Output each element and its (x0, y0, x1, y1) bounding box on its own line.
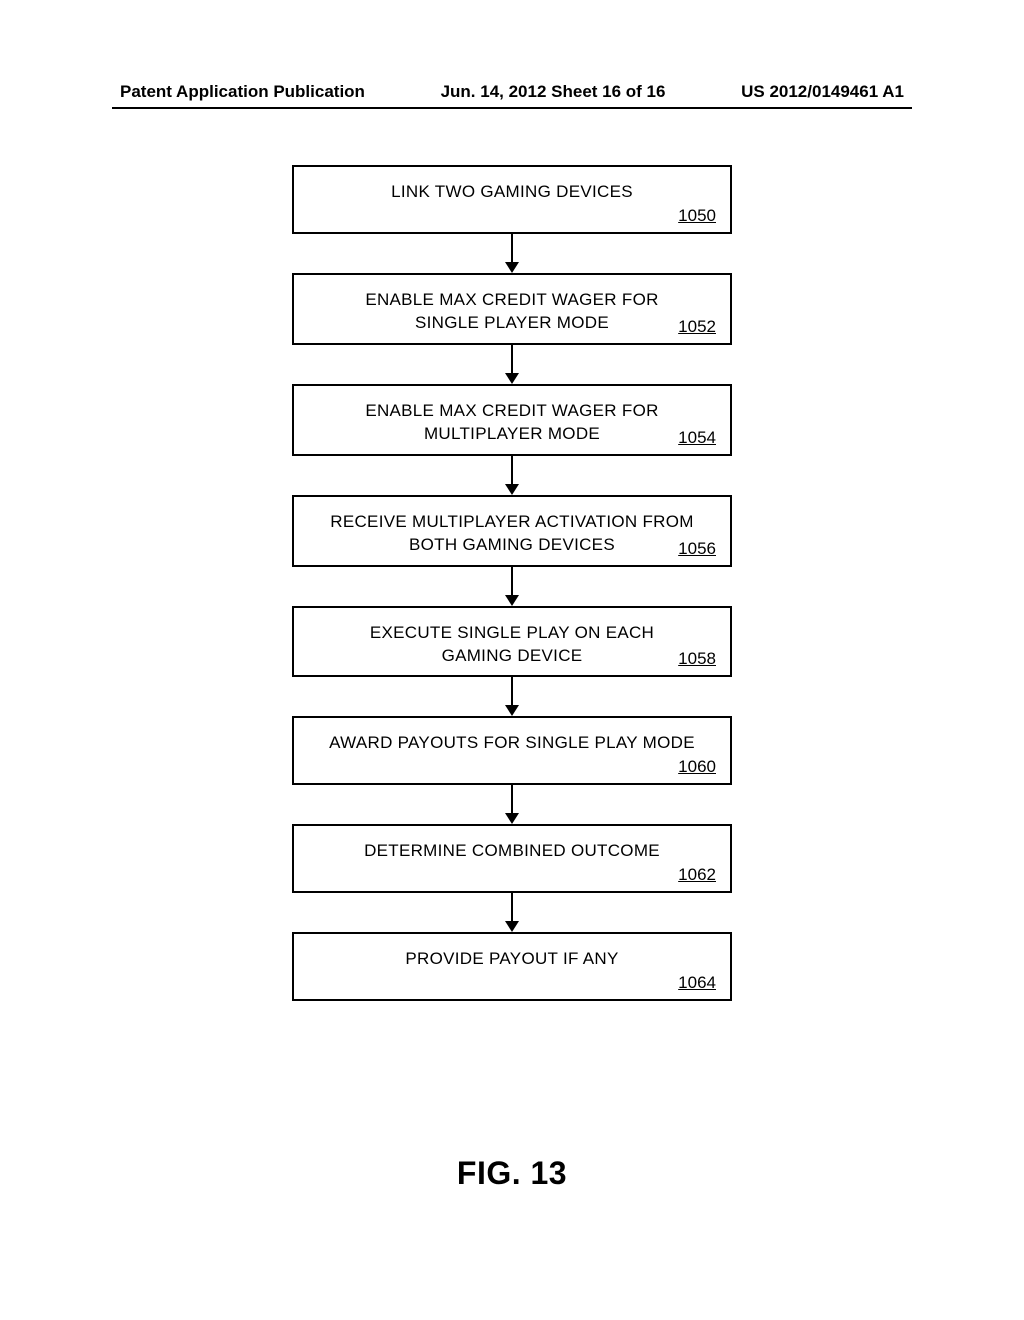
flow-step-ref: 1054 (678, 428, 716, 448)
flow-step-1054: ENABLE MAX CREDIT WAGER FORMULTIPLAYER M… (292, 384, 732, 456)
arrow-icon (505, 456, 519, 495)
flow-step-ref: 1062 (678, 865, 716, 885)
flow-step-text: DETERMINE COMBINED OUTCOME (310, 840, 714, 863)
flow-step-ref: 1052 (678, 317, 716, 337)
flow-step-text: ENABLE MAX CREDIT WAGER FORSINGLE PLAYER… (310, 289, 714, 335)
flow-step-text: LINK TWO GAMING DEVICES (310, 181, 714, 204)
flow-step-ref: 1064 (678, 973, 716, 993)
flow-step-text: PROVIDE PAYOUT IF ANY (310, 948, 714, 971)
header-center: Jun. 14, 2012 Sheet 16 of 16 (441, 82, 666, 102)
header-right: US 2012/0149461 A1 (741, 82, 904, 102)
flow-step-ref: 1050 (678, 206, 716, 226)
flow-step-text: AWARD PAYOUTS FOR SINGLE PLAY MODE (310, 732, 714, 755)
flowchart: LINK TWO GAMING DEVICES 1050 ENABLE MAX … (292, 165, 732, 1001)
flow-step-text: RECEIVE MULTIPLAYER ACTIVATION FROMBOTH … (310, 511, 714, 557)
arrow-icon (505, 234, 519, 273)
arrow-icon (505, 893, 519, 932)
flow-step-1058: EXECUTE SINGLE PLAY ON EACHGAMING DEVICE… (292, 606, 732, 678)
flow-step-ref: 1056 (678, 539, 716, 559)
flow-step-text: EXECUTE SINGLE PLAY ON EACHGAMING DEVICE (310, 622, 714, 668)
figure-label: FIG. 13 (457, 1155, 567, 1192)
flow-step-1050: LINK TWO GAMING DEVICES 1050 (292, 165, 732, 234)
arrow-icon (505, 785, 519, 824)
flow-step-ref: 1060 (678, 757, 716, 777)
flow-step-text: ENABLE MAX CREDIT WAGER FORMULTIPLAYER M… (310, 400, 714, 446)
flow-step-1064: PROVIDE PAYOUT IF ANY 1064 (292, 932, 732, 1001)
flow-step-1056: RECEIVE MULTIPLAYER ACTIVATION FROMBOTH … (292, 495, 732, 567)
flow-step-ref: 1058 (678, 649, 716, 669)
flow-step-1062: DETERMINE COMBINED OUTCOME 1062 (292, 824, 732, 893)
header-left: Patent Application Publication (120, 82, 365, 102)
header-rule (112, 107, 912, 109)
flow-step-1060: AWARD PAYOUTS FOR SINGLE PLAY MODE 1060 (292, 716, 732, 785)
flow-step-1052: ENABLE MAX CREDIT WAGER FORSINGLE PLAYER… (292, 273, 732, 345)
arrow-icon (505, 345, 519, 384)
arrow-icon (505, 567, 519, 606)
page-header: Patent Application Publication Jun. 14, … (0, 82, 1024, 102)
arrow-icon (505, 677, 519, 716)
